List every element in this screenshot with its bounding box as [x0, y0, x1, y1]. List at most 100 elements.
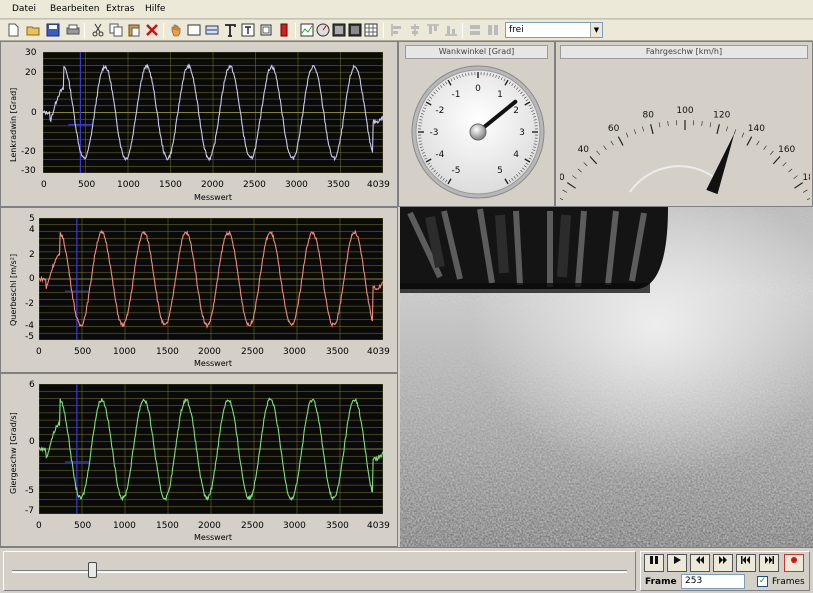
copy-icon[interactable] [109, 23, 123, 37]
chevron-down-icon[interactable]: ▼ [590, 23, 602, 37]
x-tick: 2500 [241, 347, 264, 357]
pause-button[interactable] [644, 554, 664, 572]
line-tool-icon[interactable] [205, 23, 219, 37]
gauge-minor-tick [763, 145, 767, 150]
gauge-minor-tick [583, 162, 588, 167]
align-bottom-icon[interactable] [444, 23, 458, 37]
x-tick: 4039 [367, 347, 390, 357]
text-tool-icon[interactable] [223, 23, 237, 37]
fast-forward-icon [719, 556, 727, 564]
x-tick: 2000 [201, 180, 224, 190]
timeline-thumb[interactable] [87, 562, 97, 578]
menu-bar: Datei Bearbeiten Extras Hilfe [0, 0, 813, 19]
cut-icon[interactable] [91, 23, 105, 37]
same-width-icon[interactable] [486, 23, 500, 37]
video-tool-icon[interactable] [332, 23, 346, 37]
menu-bearbeiten[interactable]: Bearbeiten [50, 4, 99, 14]
gauge-label: 4 [513, 150, 519, 160]
textbox-tool-icon[interactable] [241, 23, 255, 37]
gauge-label: 20 [560, 173, 565, 183]
x-axis-label: Messwert [194, 193, 233, 202]
gauge-reflection [629, 165, 721, 193]
x-tick: 3000 [285, 180, 308, 190]
gauge-minor-tick [560, 197, 564, 201]
x-tick: 0 [36, 521, 42, 531]
gauge-minor-tick [603, 145, 607, 150]
video-frame[interactable] [400, 207, 813, 547]
x-tick: 1500 [156, 347, 179, 357]
speed-gauge-panel: Fahrgeschw [km/h] 0204060801001201401601… [555, 41, 813, 207]
gauge-major-tick [566, 182, 576, 189]
x-tick: 500 [74, 521, 92, 531]
print-icon[interactable] [66, 23, 80, 37]
open-folder-icon[interactable] [26, 23, 40, 37]
menu-datei[interactable]: Datei [12, 4, 36, 14]
rectangle-tool-icon[interactable] [187, 23, 201, 37]
play-button[interactable] [667, 554, 687, 572]
steering-angle-plot[interactable] [43, 52, 383, 173]
playback-controls: Frame 253 ✓ Frames [640, 551, 810, 591]
align-center-icon[interactable] [408, 23, 422, 37]
gauge-label: 0 [475, 84, 481, 94]
menu-extras[interactable]: Extras [106, 4, 134, 14]
gauge-minor-tick [788, 168, 793, 173]
rewind-icon [696, 556, 704, 564]
skip-back-button[interactable] [736, 554, 756, 572]
gauge-label: 40 [578, 145, 590, 155]
roll-angle-gauge: 0 12 3 45 -5 -4 -3 -2 -1 [411, 65, 545, 199]
gauge-label: 100 [676, 106, 693, 116]
lateral-acceleration-plot[interactable] [39, 218, 383, 340]
chart-tool-icon[interactable] [300, 23, 314, 37]
gauge-major-tick [589, 156, 598, 165]
x-axis-label: Messwert [194, 533, 233, 542]
x-tick: 1000 [113, 347, 136, 357]
gauge-minor-tick [725, 126, 728, 132]
marker-tool-icon[interactable] [277, 23, 291, 37]
gauge-minor-tick [610, 140, 614, 146]
paste-icon[interactable] [127, 23, 141, 37]
delete-icon[interactable] [145, 23, 159, 37]
gauge-minor-tick [741, 132, 745, 138]
gauge-label: 180 [802, 173, 810, 183]
frames-checkbox[interactable]: ✓ [757, 576, 768, 587]
gauge-tool-icon[interactable] [316, 23, 330, 37]
x-tick: 0 [36, 347, 42, 357]
timeline-track[interactable] [12, 570, 627, 573]
frame-tool-icon[interactable] [259, 23, 273, 37]
save-icon[interactable] [46, 23, 60, 37]
frame-input[interactable]: 253 [681, 574, 745, 589]
x-tick: 500 [78, 180, 96, 190]
mode-select[interactable]: frei ▼ [505, 22, 603, 38]
roll-angle-gauge-panel: Wankwinkel [Grad] 0 1 2 3 4 5 -5 -4 -3 -2 -1 [398, 41, 555, 207]
table-tool-icon[interactable] [364, 23, 378, 37]
playback-bar: Frame 253 ✓ Frames [0, 547, 813, 593]
record-button[interactable] [784, 554, 804, 572]
application-window: Datei Bearbeiten Extras Hilfe frei ▼ Len… [0, 0, 813, 593]
x-tick: 1500 [159, 180, 182, 190]
fast-forward-button[interactable] [713, 554, 733, 572]
same-height-icon[interactable] [468, 23, 482, 37]
y-tick: 20 [25, 68, 37, 78]
gauge-label: 80 [643, 111, 655, 121]
y-axis-label: Giergeschw [Grad/s] [9, 412, 18, 494]
gauge-major-tick [794, 182, 804, 189]
rewind-button[interactable] [690, 554, 710, 572]
y-tick: 2 [29, 250, 35, 260]
image-tool-icon[interactable] [348, 23, 362, 37]
gauge-major-tick [772, 156, 781, 165]
x-tick: 1000 [117, 180, 140, 190]
align-top-icon[interactable] [426, 23, 440, 37]
yaw-rate-plot[interactable] [39, 384, 383, 514]
new-file-icon[interactable] [6, 23, 20, 37]
speed-needle [706, 133, 735, 195]
gauge-minor-tick [633, 129, 637, 135]
skip-forward-button[interactable] [759, 554, 779, 572]
x-tick: 500 [74, 347, 92, 357]
align-left-icon[interactable] [390, 23, 404, 37]
pause-icon [650, 556, 658, 564]
gauge-label: -5 [452, 166, 461, 176]
menu-hilfe[interactable]: Hilfe [145, 4, 165, 14]
speed-gauge-title: Fahrgeschw [km/h] [560, 45, 808, 59]
gauge-label: 1 [497, 90, 503, 100]
pan-hand-icon[interactable] [169, 23, 183, 37]
